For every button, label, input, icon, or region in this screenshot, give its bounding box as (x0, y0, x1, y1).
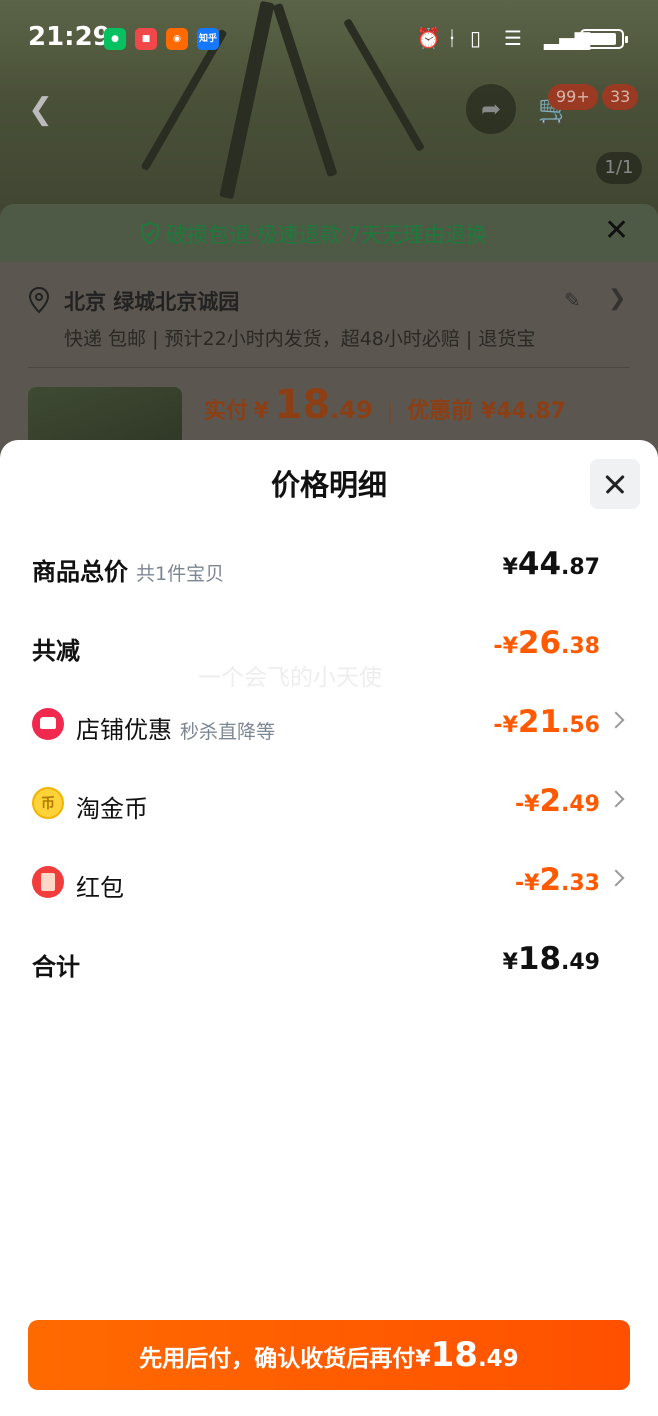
amount-int: 18 (517, 941, 562, 977)
row-label: 淘金币 (76, 795, 148, 823)
shop-discount-icon (32, 708, 64, 740)
currency-symbol: ¥ (502, 634, 518, 659)
amount-sign: - (514, 871, 525, 896)
row-label: 合计 (32, 953, 80, 981)
pay-button-dec: .49 (477, 1346, 519, 1372)
row-label: 共减 (32, 637, 80, 665)
close-button[interactable] (590, 459, 640, 509)
amount-int: 2 (539, 783, 562, 819)
currency-symbol: ¥ (524, 871, 540, 896)
amount-dec: .87 (561, 555, 600, 580)
currency-symbol: ¥ (524, 792, 540, 817)
pay-button-text: 先用后付，确认收货后再付 (139, 1346, 416, 1372)
red-packet-icon (32, 866, 64, 898)
amount-int: 21 (517, 704, 562, 740)
amount-int: 44 (517, 546, 562, 582)
row-label: 店铺优惠 (76, 716, 172, 744)
row-label: 红包 (76, 874, 124, 902)
row-amount: -¥2.33 (515, 862, 600, 898)
row-grand-total: 合计 ¥18.49 (32, 941, 626, 985)
row-label: 商品总价 (32, 558, 128, 586)
row-sublabel: 共1件宝贝 (136, 563, 225, 585)
gold-coin-icon (32, 787, 64, 819)
row-total-discount: 共减 -¥26.38 (32, 625, 626, 669)
amount-sign: - (493, 713, 503, 738)
pay-button-int: 18 (430, 1335, 478, 1375)
amount-dec: .33 (561, 871, 600, 896)
currency-symbol: ¥ (502, 713, 518, 738)
row-taojinbi[interactable]: 淘金币 -¥2.49 (32, 783, 626, 827)
pay-button-currency: ¥ (415, 1347, 431, 1372)
amount-dec: .56 (561, 713, 600, 738)
row-total-price: 商品总价 共1件宝贝 ¥44.87 (32, 546, 626, 590)
amount-sign: - (514, 792, 525, 817)
row-amount: -¥21.56 (493, 704, 600, 740)
chevron-right-icon[interactable] (607, 790, 625, 808)
amount-dec: .49 (561, 950, 600, 975)
row-red-packet[interactable]: 红包 -¥2.33 (32, 862, 626, 906)
row-amount: -¥26.38 (493, 625, 600, 661)
amount-sign: - (493, 634, 503, 659)
amount-int: 2 (539, 862, 562, 898)
amount-dec: .38 (561, 634, 600, 659)
sheet-title: 价格明细 (270, 468, 387, 502)
pay-later-button[interactable]: 先用后付，确认收货后再付¥18.49 (28, 1320, 630, 1390)
row-amount: ¥44.87 (503, 546, 600, 582)
row-sublabel: 秒杀直降等 (180, 721, 276, 743)
row-amount: ¥18.49 (503, 941, 600, 977)
currency-symbol: ¥ (502, 555, 518, 580)
amount-dec: .49 (561, 792, 600, 817)
chevron-right-icon[interactable] (607, 869, 625, 887)
row-shop-discount[interactable]: 店铺优惠 秒杀直降等 -¥21.56 (32, 704, 626, 748)
amount-int: 26 (517, 625, 562, 661)
price-detail-sheet: 价格明细 一个会飞的小天使 商品总价 共1件宝贝 ¥44.87 共减 -¥26.3… (0, 440, 658, 1416)
row-amount: -¥2.49 (515, 783, 600, 819)
currency-symbol: ¥ (502, 950, 518, 975)
chevron-right-icon[interactable] (607, 711, 625, 729)
